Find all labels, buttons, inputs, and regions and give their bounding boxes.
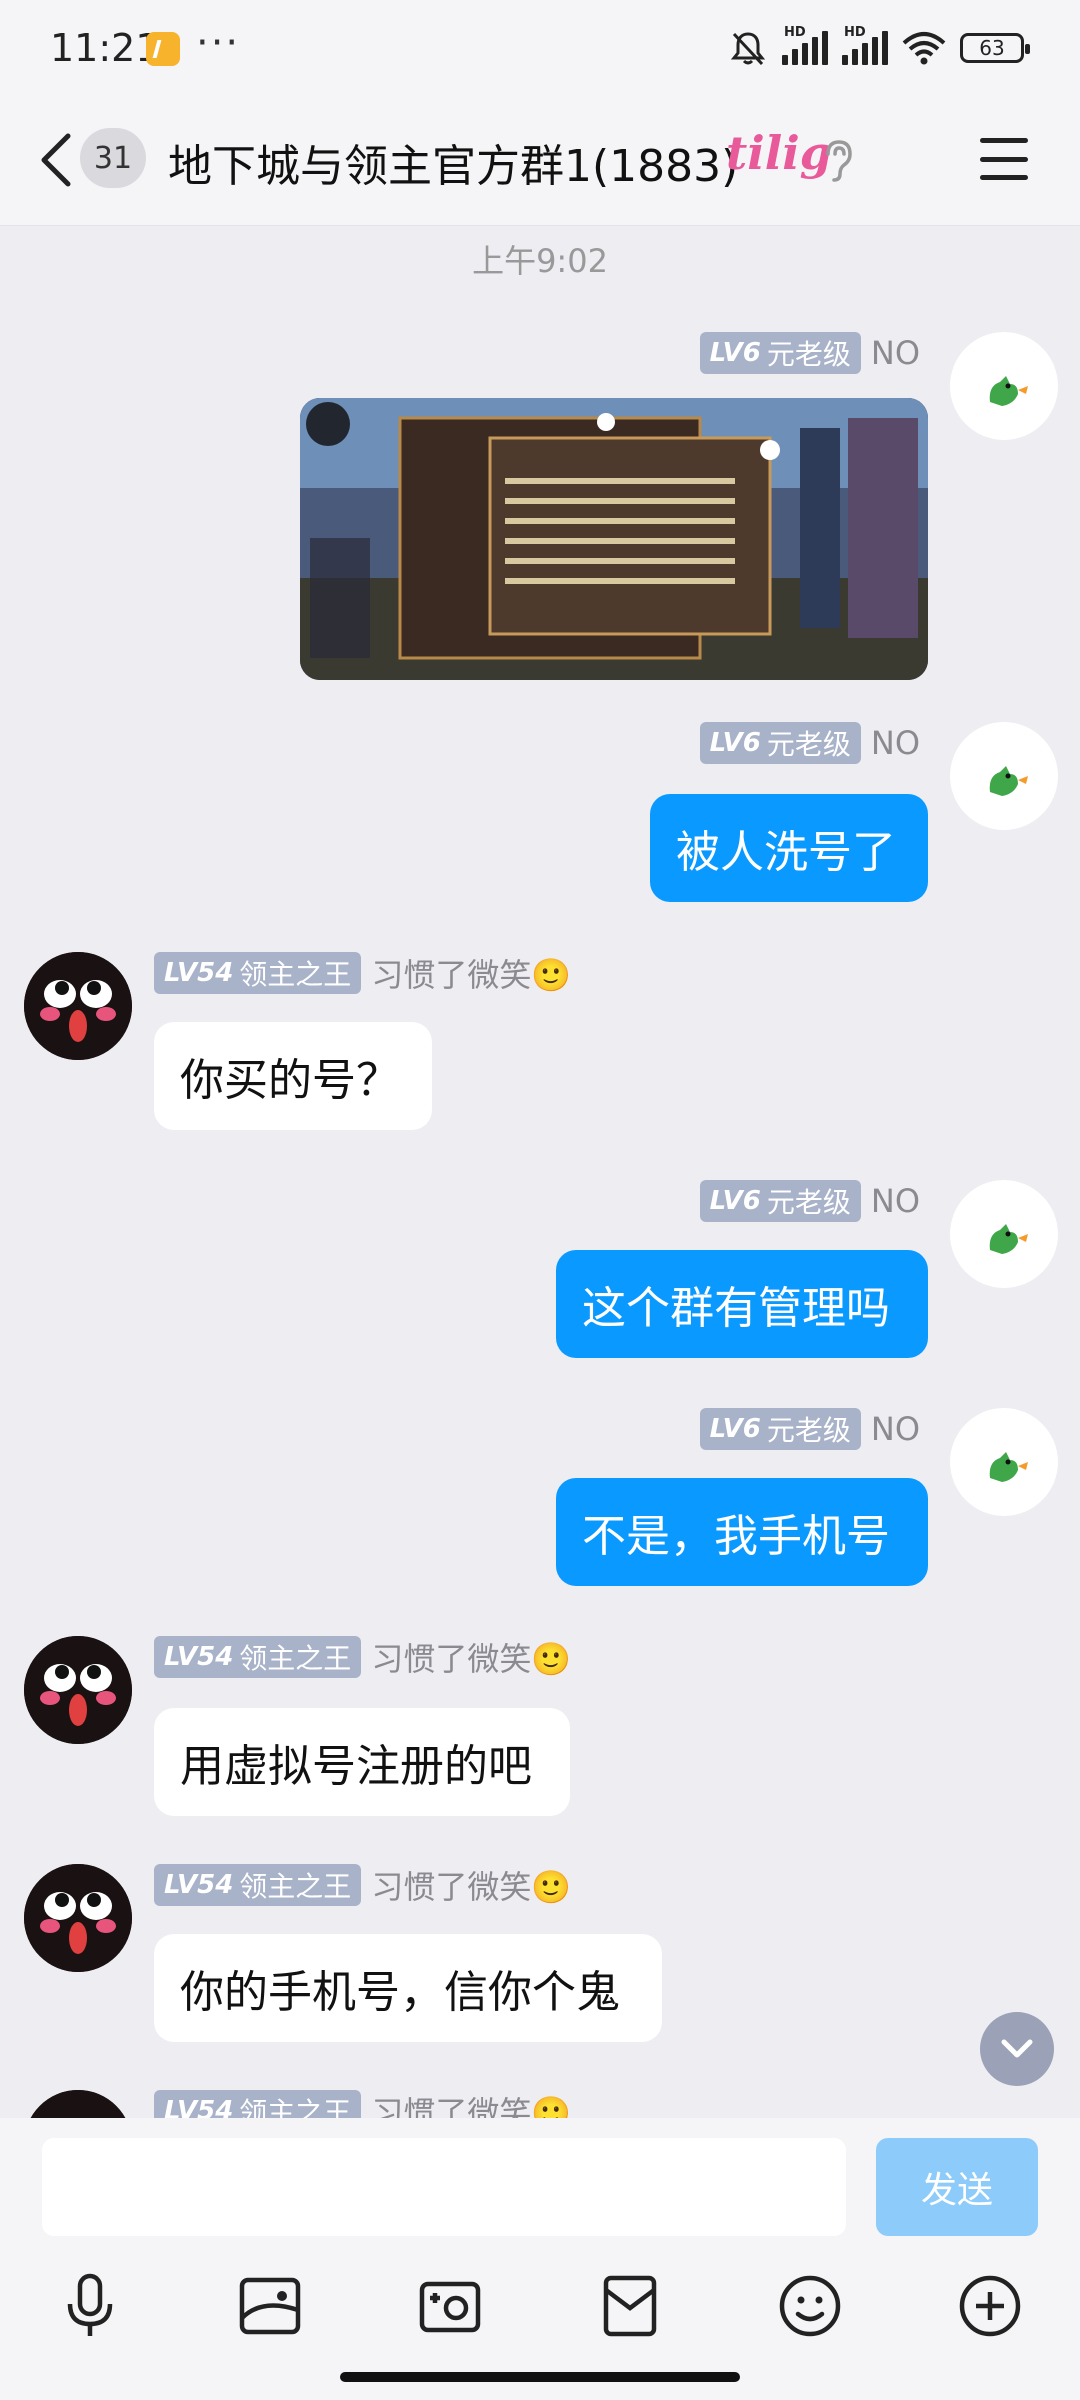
- my-avatar[interactable]: [950, 1408, 1058, 1516]
- level-badge: LV54 领主之王: [154, 1636, 362, 1678]
- battery-icon: 63: [960, 33, 1030, 63]
- status-icons: HD HD 63: [728, 25, 1030, 68]
- notification-app-icon: [146, 32, 180, 66]
- sender-meta: LV54 领主之王 习惯了微笑🙂: [154, 1864, 571, 1906]
- more-notifications-indicator: ···: [196, 20, 241, 66]
- level-badge: LV6 元老级: [699, 722, 861, 764]
- member-avatar[interactable]: [24, 1864, 132, 1972]
- my-avatar[interactable]: [950, 722, 1058, 830]
- mute-icon: [730, 32, 766, 66]
- home-indicator[interactable]: [340, 2372, 740, 2382]
- message-bubble[interactable]: 这个群有管理吗: [556, 1250, 928, 1358]
- camera-icon[interactable]: [414, 2270, 486, 2342]
- level-text: LV54: [164, 1870, 234, 1900]
- my-avatar[interactable]: [950, 1180, 1058, 1288]
- message-bubble[interactable]: 不是，我手机号: [556, 1478, 928, 1586]
- back-arrow-icon[interactable]: [36, 130, 76, 190]
- group-logo: tilig: [726, 126, 832, 180]
- group-title[interactable]: 地下城与领主官方群1(1883): [168, 130, 738, 194]
- rank-text: 元老级: [766, 1414, 851, 1447]
- member-avatar[interactable]: [24, 1636, 132, 1744]
- sender-nickname[interactable]: 习惯了微笑🙂: [371, 1862, 571, 1908]
- scroll-to-bottom-button[interactable]: [980, 2012, 1054, 2086]
- sender-nickname[interactable]: NO: [871, 1410, 920, 1448]
- input-area: 发送: [0, 2118, 1080, 2400]
- my-avatar[interactable]: [950, 332, 1058, 440]
- level-text: LV6: [709, 1414, 761, 1444]
- level-badge: LV6 元老级: [699, 1408, 861, 1450]
- wifi-icon: [902, 32, 946, 65]
- sender-nickname[interactable]: NO: [871, 334, 920, 372]
- rank-text: 元老级: [766, 728, 851, 761]
- status-bar: 11:21 ··· HD HD 63: [0, 0, 1080, 100]
- level-text: LV6: [709, 338, 761, 368]
- level-badge: LV6 元老级: [699, 332, 861, 374]
- microphone-icon[interactable]: [54, 2270, 126, 2342]
- sender-meta: LV54 领主之王 习惯了微笑🙂: [154, 952, 571, 994]
- level-badge: LV6 元老级: [699, 1180, 861, 1222]
- image-icon[interactable]: [234, 2270, 306, 2342]
- signal-icon-2: HD: [842, 25, 888, 65]
- rank-text: 领主之王: [239, 1870, 352, 1903]
- sender-meta: LV6 元老级 NO: [699, 1408, 920, 1450]
- sender-meta: LV54 领主之王 习惯了微笑🙂: [154, 1636, 571, 1678]
- sender-nickname[interactable]: 习惯了微笑🙂: [371, 950, 571, 996]
- message-bubble[interactable]: 你买的号？: [154, 1022, 432, 1130]
- level-badge: LV54 领主之王: [154, 1864, 362, 1906]
- menu-icon[interactable]: [980, 138, 1028, 180]
- sender-meta: LV6 元老级 NO: [699, 722, 920, 764]
- plus-icon[interactable]: [954, 2270, 1026, 2342]
- message-timestamp: 上午9:02: [472, 242, 608, 280]
- message-bubble[interactable]: 被人洗号了: [650, 794, 928, 902]
- input-toolbar: [0, 2270, 1080, 2350]
- rank-text: 元老级: [766, 1186, 851, 1219]
- sender-meta: LV6 元老级 NO: [699, 332, 920, 374]
- rank-text: 领主之王: [239, 1642, 352, 1675]
- hd-label-2: HD: [844, 25, 866, 40]
- message-input[interactable]: [42, 2138, 846, 2236]
- message-bubble[interactable]: 你的手机号，信你个鬼: [154, 1934, 662, 2042]
- level-text: LV54: [164, 958, 234, 988]
- send-button[interactable]: 发送: [876, 2138, 1038, 2236]
- earpiece-mode-icon[interactable]: [818, 136, 858, 186]
- level-text: LV6: [709, 1186, 761, 1216]
- sender-nickname[interactable]: NO: [871, 1182, 920, 1220]
- battery-level: 63: [979, 36, 1005, 60]
- rank-text: 领主之王: [239, 958, 352, 991]
- rank-text: 元老级: [766, 338, 851, 371]
- message-bubble[interactable]: 用虚拟号注册的吧: [154, 1708, 570, 1816]
- sender-nickname[interactable]: NO: [871, 724, 920, 762]
- sender-meta: LV6 元老级 NO: [699, 1180, 920, 1222]
- status-time: 11:21: [50, 26, 160, 70]
- chat-header: 31 地下城与领主官方群1(1883) tilig: [0, 100, 1080, 226]
- chevron-down-icon: [1001, 2039, 1033, 2058]
- member-avatar[interactable]: [24, 952, 132, 1060]
- signal-icon-1: HD: [782, 25, 828, 65]
- hd-label-1: HD: [784, 25, 806, 40]
- emoji-icon[interactable]: [774, 2270, 846, 2342]
- red-packet-icon[interactable]: [594, 2270, 666, 2342]
- unread-count-badge[interactable]: 31: [80, 128, 146, 188]
- level-text: LV54: [164, 1642, 234, 1672]
- level-text: LV6: [709, 728, 761, 758]
- shared-game-screenshot[interactable]: [300, 398, 928, 680]
- sender-nickname[interactable]: 习惯了微笑🙂: [371, 1634, 571, 1680]
- chat-screen: 11:21 ··· HD HD 63 31 地下城与领主官方群1(1883) t…: [0, 0, 1080, 2400]
- level-badge: LV54 领主之王: [154, 952, 362, 994]
